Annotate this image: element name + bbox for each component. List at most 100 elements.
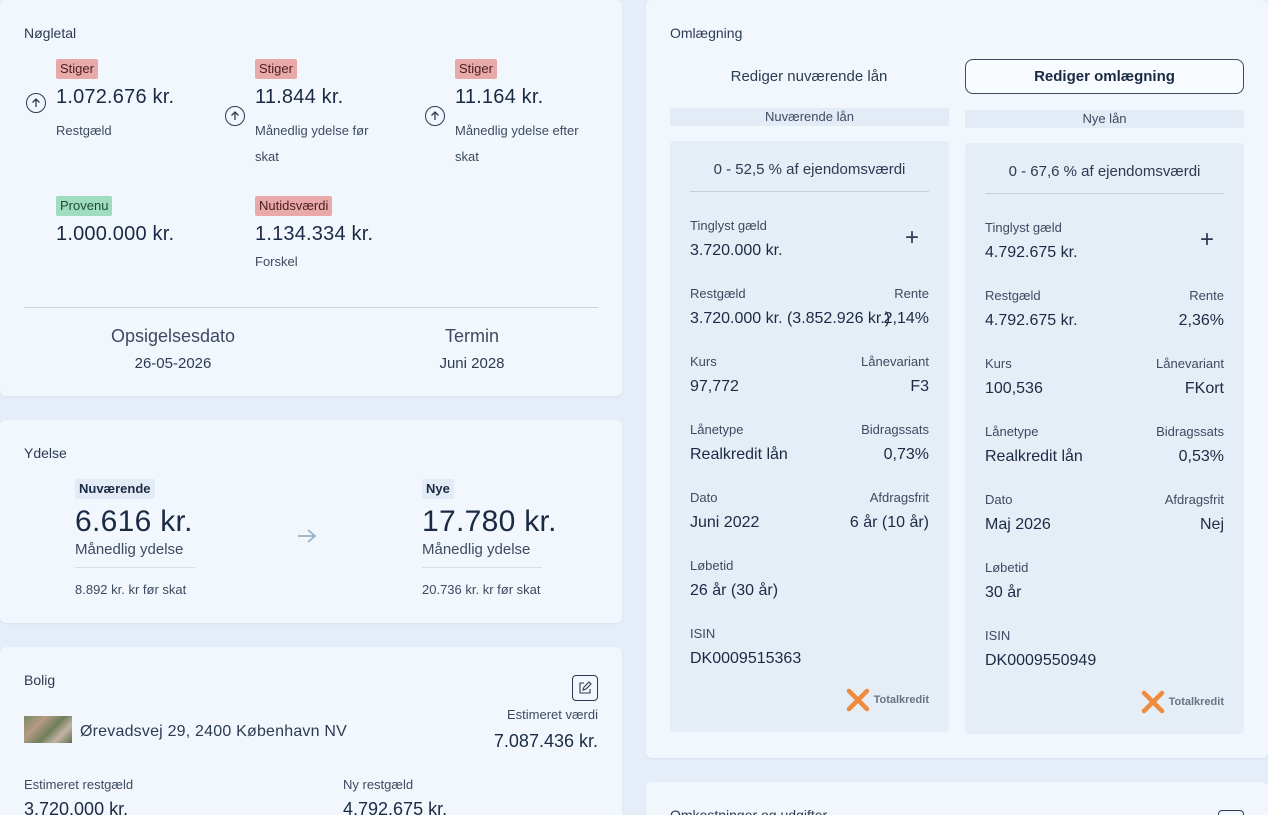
noegletal-title: Nøgletal bbox=[24, 25, 77, 41]
ydelse-current-before-tax: 8.892 kr. kr før skat bbox=[75, 582, 187, 597]
loebetid-label: Løbetid bbox=[985, 560, 1029, 575]
termin-label: Termin bbox=[444, 326, 499, 346]
divider bbox=[75, 567, 195, 568]
restgaeld-label: Restgæld bbox=[690, 286, 746, 301]
loebetid-value: 26 år (30 år) bbox=[690, 582, 779, 599]
kpi-value: 1.000.000 kr. bbox=[56, 223, 175, 245]
termin: Termin Juni 2028 bbox=[322, 326, 622, 372]
opsigelsesdato-value: 26-05-2026 bbox=[134, 355, 212, 372]
kurs-value: 100,536 bbox=[985, 380, 1043, 397]
loebetid-label: Løbetid bbox=[690, 558, 734, 573]
laanetype-value: Realkredit lån bbox=[985, 448, 1083, 465]
loan-range: 0 - 52,5 % af ejendomsværdi bbox=[690, 161, 929, 192]
afdragsfrit-label: Afdragsfrit bbox=[869, 490, 929, 505]
arrow-up-icon bbox=[425, 106, 445, 126]
tab-rediger-omlaegning[interactable]: Rediger omlægning bbox=[965, 59, 1244, 94]
kpi-badge: Provenu bbox=[56, 196, 113, 216]
termin-value: Juni 2028 bbox=[439, 355, 505, 372]
noegletal-card: Nøgletal Stiger 1.072.676 kr. Restgæld S… bbox=[0, 0, 622, 396]
estimeret-restgaeld-label: Estimeret restgæld bbox=[24, 777, 134, 792]
opsigelsesdato: Opsigelsesdato 26-05-2026 bbox=[23, 326, 323, 372]
kpi-provenu: Provenu 1.000.000 kr. bbox=[56, 196, 226, 246]
kurs-label: Kurs bbox=[690, 354, 717, 369]
bidragssats-label: Bidragssats bbox=[861, 422, 929, 437]
ny-restgaeld-value: 4.792.675 kr. bbox=[343, 799, 448, 815]
kurs-label: Kurs bbox=[985, 356, 1012, 371]
restgaeld-value: 4.792.675 kr. bbox=[985, 312, 1078, 329]
loebetid-value: 30 år bbox=[985, 584, 1022, 601]
ydelse-card: Ydelse Nuværende 6.616 kr. Månedlig ydel… bbox=[0, 420, 622, 623]
opsigelsesdato-label: Opsigelsesdato bbox=[110, 326, 236, 346]
column-head-nuvaerende: Nuværende lån bbox=[670, 108, 949, 126]
property-thumbnail bbox=[24, 716, 72, 743]
omkostninger-card: Omkostninger og udgifter bbox=[646, 782, 1268, 815]
tinglyst-label: Tinglyst gæld bbox=[985, 220, 1062, 235]
laanetype-value: Realkredit lån bbox=[690, 446, 788, 463]
totalkredit-logo: Totalkredit bbox=[1141, 690, 1224, 714]
isin-value: DK0009550949 bbox=[985, 652, 1097, 669]
kpi-value: 11.164 kr. bbox=[455, 86, 544, 108]
kpi-value: 11.844 kr. bbox=[255, 86, 344, 108]
tinglyst-label: Tinglyst gæld bbox=[690, 218, 767, 233]
estimeret-vaerdi-label: Estimeret værdi bbox=[506, 707, 598, 722]
kpi-badge: Stiger bbox=[255, 59, 297, 79]
tab-rediger-nuvaerende[interactable]: Rediger nuværende lån bbox=[670, 60, 948, 94]
ydelse-new-badge: Nye bbox=[422, 479, 454, 499]
laanetype-label: Lånetype bbox=[690, 422, 744, 437]
ydelse-new-label: Månedlig ydelse bbox=[422, 541, 531, 558]
omkostninger-title: Omkostninger og udgifter bbox=[670, 807, 828, 815]
bidragssats-value: 0,73% bbox=[883, 446, 929, 463]
restgaeld-label: Restgæld bbox=[985, 288, 1041, 303]
ydelse-current-badge: Nuværende bbox=[75, 479, 155, 499]
kurs-value: 97,772 bbox=[690, 378, 739, 395]
bidragssats-value: 0,53% bbox=[1178, 448, 1224, 465]
ydelse-title: Ydelse bbox=[24, 445, 67, 461]
ny-restgaeld-label: Ny restgæld bbox=[343, 777, 414, 792]
add-icon[interactable]: + bbox=[905, 226, 919, 250]
estimeret-vaerdi-value: 7.087.436 kr. bbox=[493, 731, 598, 751]
bolig-card: Bolig Ørevadsvej 29, 2400 København NV E… bbox=[0, 647, 622, 815]
rente-value: 2,14% bbox=[883, 310, 929, 327]
ydelse-current-value: 6.616 kr. bbox=[75, 505, 193, 538]
add-icon[interactable]: + bbox=[1200, 228, 1214, 252]
property-address: Ørevadsvej 29, 2400 København NV bbox=[80, 723, 348, 740]
bolig-title: Bolig bbox=[24, 672, 56, 688]
kpi-restgaeld: Stiger 1.072.676 kr. Restgæld bbox=[56, 59, 226, 144]
totalkredit-x-icon bbox=[1141, 690, 1164, 714]
kpi-sub: Månedlig ydelse efter skat bbox=[455, 123, 579, 164]
isin-label: ISIN bbox=[690, 626, 716, 641]
edit-omkostninger-button[interactable] bbox=[1218, 810, 1244, 815]
kpi-sub: Forskel bbox=[255, 254, 298, 269]
tinglyst-value: 4.792.675 kr. bbox=[985, 244, 1078, 261]
arrow-up-icon bbox=[26, 93, 46, 113]
afdragsfrit-value: 6 år (10 år) bbox=[849, 514, 929, 531]
kpi-sub: Restgæld bbox=[56, 123, 112, 138]
restgaeld-value: 3.720.000 kr. (3.852.926 kr.) bbox=[690, 310, 891, 327]
kpi-value: 1.134.334 kr. bbox=[255, 223, 374, 245]
laanevariant-value: F3 bbox=[910, 378, 929, 395]
laanevariant-label: Lånevariant bbox=[861, 354, 929, 369]
kpi-ydelse-foer-skat: Stiger 11.844 kr. Månedlig ydelse før sk… bbox=[255, 59, 395, 170]
arrow-right-icon bbox=[296, 528, 318, 549]
ydelse-current: Nuværende 6.616 kr. Månedlig ydelse 8.89… bbox=[75, 479, 195, 597]
ydelse-current-label: Månedlig ydelse bbox=[75, 541, 184, 558]
kpi-value: 1.072.676 kr. bbox=[56, 86, 175, 108]
totalkredit-x-icon bbox=[846, 688, 869, 712]
loan-card-new: 0 - 67,6 % af ejendomsværdi Tinglyst gæl… bbox=[965, 143, 1244, 734]
loan-range: 0 - 67,6 % af ejendomsværdi bbox=[985, 163, 1224, 194]
afdragsfrit-value: Nej bbox=[1199, 516, 1224, 533]
kpi-sub: Månedlig ydelse før skat bbox=[255, 123, 369, 164]
dato-value: Juni 2022 bbox=[690, 514, 760, 531]
rente-label: Rente bbox=[1189, 288, 1224, 303]
totalkredit-logo: Totalkredit bbox=[846, 688, 929, 712]
edit-bolig-button[interactable] bbox=[572, 675, 598, 701]
omlaegning-title: Omlægning bbox=[670, 25, 743, 41]
ydelse-new-before-tax: 20.736 kr. kr før skat bbox=[422, 582, 541, 597]
divider bbox=[24, 307, 598, 308]
arrow-up-icon bbox=[225, 106, 245, 126]
kpi-badge: Stiger bbox=[455, 59, 497, 79]
rente-value: 2,36% bbox=[1178, 312, 1224, 329]
kpi-nutidsvaerdi: Nutidsværdi 1.134.334 kr. Forskel bbox=[255, 196, 425, 275]
kpi-badge: Nutidsværdi bbox=[255, 196, 333, 216]
isin-label: ISIN bbox=[985, 628, 1011, 643]
